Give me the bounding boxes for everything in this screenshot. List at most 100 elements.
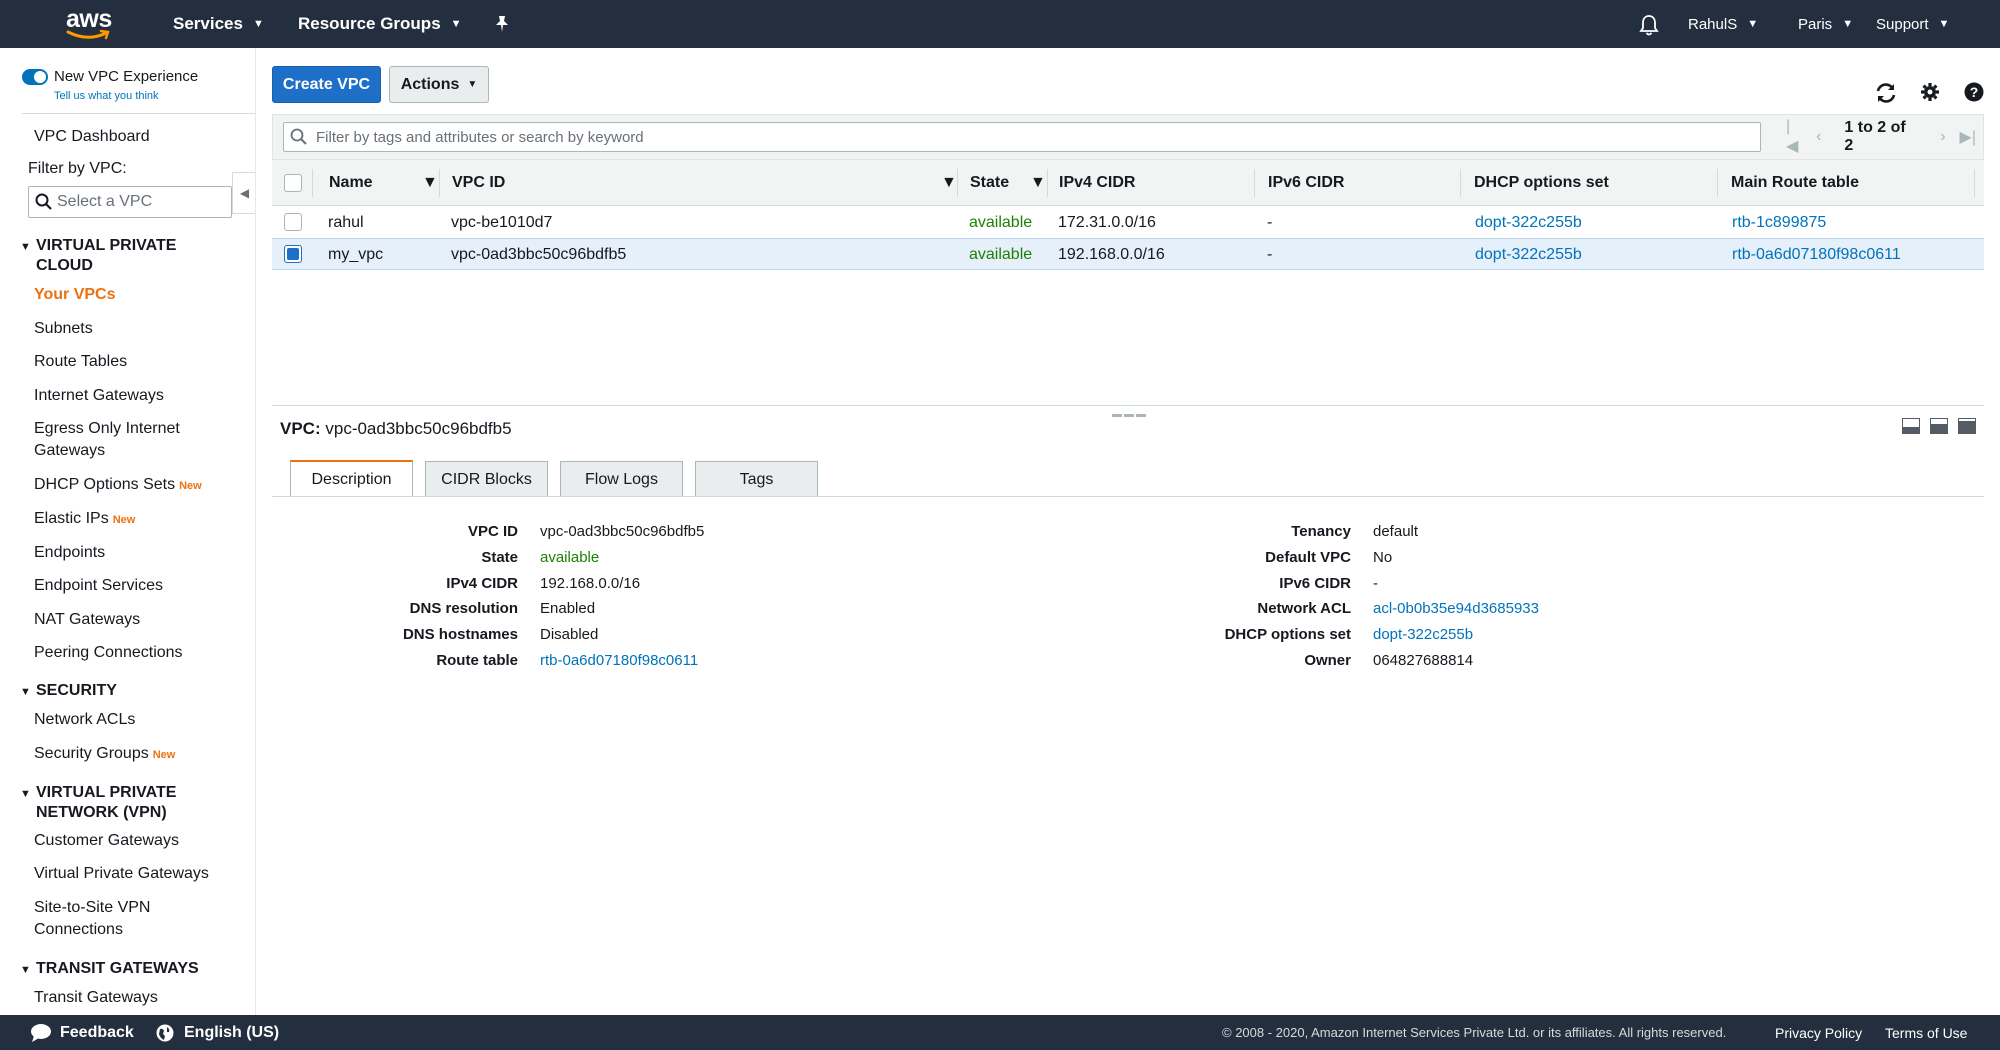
section-transit-gateways[interactable]: ▼ TRANSIT GATEWAYS: [20, 959, 199, 980]
panel-layout-controls: [1902, 418, 1976, 434]
caret-down-icon: ▼: [20, 788, 31, 800]
first-page-icon[interactable]: |◀: [1786, 118, 1802, 156]
sort-icon[interactable]: ▼: [422, 160, 438, 206]
user-menu[interactable]: RahulS ▼: [1688, 0, 1758, 48]
column-divider: [1717, 169, 1718, 197]
resize-grip-icon[interactable]: ▬▬▬: [1112, 409, 1148, 420]
sidebar-item-egress-only-internet-gateways[interactable]: Egress Only Internet Gateways: [34, 418, 180, 462]
sidebar-item-your-vpcs[interactable]: Your VPCs: [34, 284, 116, 306]
detail-key-network-acl: Network ACL: [1257, 600, 1351, 617]
detail-value-owner: 064827688814: [1373, 652, 1474, 669]
table-row-selected[interactable]: my_vpc vpc-0ad3bbc50c96bdfb5 available 1…: [272, 238, 1984, 270]
sidebar-item-virtual-private-gateways[interactable]: Virtual Private Gateways: [34, 863, 209, 885]
column-header-ipv4-cidr[interactable]: IPv4 CIDR: [1059, 160, 1135, 206]
layout-full-icon[interactable]: [1958, 418, 1976, 434]
sidebar-item-endpoints[interactable]: Endpoints: [34, 542, 105, 564]
row-checkbox[interactable]: [284, 245, 302, 263]
tab-cidr-blocks[interactable]: CIDR Blocks: [425, 461, 548, 497]
column-header-name[interactable]: Name: [329, 160, 373, 206]
detail-value-network-acl-link[interactable]: acl-0b0b35e94d3685933: [1373, 600, 1539, 617]
column-header-dhcp-options-set[interactable]: DHCP options set: [1474, 160, 1609, 206]
support-menu[interactable]: Support ▼: [1876, 0, 1949, 48]
collapse-sidebar-button[interactable]: ◀: [232, 172, 255, 214]
chevron-down-icon: ▼: [252, 18, 264, 30]
next-page-icon[interactable]: ›: [1940, 128, 1945, 146]
detail-value-dhcp-options-link[interactable]: dopt-322c255b: [1373, 626, 1473, 643]
detail-title-value: vpc-0ad3bbc50c96bdfb5: [325, 419, 512, 438]
sidebar-item-site-to-site-vpn-connections[interactable]: Site-to-Site VPN Connections: [34, 897, 150, 941]
sidebar-item-security-groups[interactable]: Security Groups New: [34, 743, 175, 766]
feedback-button[interactable]: Feedback: [30, 1015, 134, 1050]
region-menu[interactable]: Paris ▼: [1798, 0, 1853, 48]
detail-key-dns-hostnames: DNS hostnames: [402, 626, 518, 643]
row-checkbox[interactable]: [284, 213, 302, 231]
section-virtual-private-cloud[interactable]: ▼ VIRTUAL PRIVATE CLOUD: [20, 236, 176, 276]
panel-split-divider[interactable]: [272, 405, 1984, 406]
sidebar-item-label: Connections: [34, 921, 123, 938]
detail-key-ipv6-cidr: IPv6 CIDR: [1279, 575, 1351, 592]
gear-icon[interactable]: [1920, 82, 1940, 107]
column-header-state[interactable]: State: [970, 160, 1009, 206]
new-badge: New: [112, 514, 136, 526]
sidebar-item-subnets[interactable]: Subnets: [34, 318, 93, 340]
sidebar-item-nat-gateways[interactable]: NAT Gateways: [34, 609, 140, 631]
table-row[interactable]: rahul vpc-be1010d7 available 172.31.0.0/…: [272, 207, 1984, 239]
create-vpc-button[interactable]: Create VPC: [272, 66, 381, 103]
actions-button[interactable]: Actions ▼: [389, 66, 489, 103]
layout-bottom-half-icon[interactable]: [1930, 418, 1948, 434]
aws-logo[interactable]: aws: [66, 6, 114, 42]
filter-search-input[interactable]: Filter by tags and attributes or search …: [283, 122, 1761, 152]
vpc-filter-select[interactable]: Select a VPC: [28, 186, 232, 218]
caret-down-icon: ▼: [20, 686, 31, 698]
cell-route-table-link[interactable]: rtb-1c899875: [1732, 207, 1826, 238]
sidebar-item-peering-connections[interactable]: Peering Connections: [34, 642, 183, 664]
sidebar-item-route-tables[interactable]: Route Tables: [34, 351, 127, 373]
detail-value-dns-hostnames: Disabled: [540, 626, 599, 643]
sidebar-item-customer-gateways[interactable]: Customer Gateways: [34, 830, 179, 852]
help-icon[interactable]: ?: [1964, 82, 1984, 107]
section-security[interactable]: ▼ SECURITY: [20, 681, 117, 702]
section-title-line2: CLOUD: [36, 257, 93, 274]
select-all-checkbox[interactable]: [284, 174, 302, 192]
sidebar-item-network-acls[interactable]: Network ACLs: [34, 709, 135, 731]
column-header-label: State: [970, 174, 1010, 191]
privacy-policy-link[interactable]: Privacy Policy: [1775, 1015, 1862, 1050]
sidebar-item-elastic-ips[interactable]: Elastic IPs New: [34, 508, 135, 531]
sidebar-item-endpoint-services[interactable]: Endpoint Services: [34, 575, 163, 597]
resource-groups-menu[interactable]: Resource Groups ▼: [298, 0, 462, 48]
sidebar-item-transit-gateways[interactable]: Transit Gateways: [34, 987, 158, 1009]
sidebar-divider: [22, 113, 255, 114]
cell-route-table-link[interactable]: rtb-0a6d07180f98c0611: [1732, 239, 1901, 270]
pin-icon[interactable]: [494, 0, 510, 48]
column-divider: [1047, 169, 1048, 197]
last-page-icon[interactable]: ▶|: [1960, 127, 1976, 147]
globe-icon: [156, 1024, 174, 1041]
previous-page-icon[interactable]: ‹: [1816, 128, 1821, 146]
sort-desc-icon[interactable]: ▼: [941, 160, 957, 206]
language-selector[interactable]: English (US): [156, 1015, 279, 1050]
sidebar-item-vpc-dashboard[interactable]: VPC Dashboard: [34, 126, 150, 148]
sidebar-item-dhcp-options-sets[interactable]: DHCP Options Sets New: [34, 474, 202, 497]
sidebar-item-internet-gateways[interactable]: Internet Gateways: [34, 385, 164, 407]
table-header: Name ▼ VPC ID ▼ State ▼ IPv4 CIDR IPv6 C…: [272, 160, 1984, 206]
tell-us-link[interactable]: Tell us what you think: [54, 90, 159, 102]
bell-icon[interactable]: [1639, 14, 1659, 41]
column-header-vpc-id[interactable]: VPC ID: [452, 160, 505, 206]
top-navigation-bar: aws Services ▼ Resource Groups ▼ RahulS ▼ P…: [0, 0, 2000, 48]
refresh-icon[interactable]: [1874, 82, 1898, 109]
cell-dhcp-options-link[interactable]: dopt-322c255b: [1475, 207, 1582, 238]
detail-value-route-table-link[interactable]: rtb-0a6d07180f98c0611: [540, 652, 698, 669]
filter-search-placeholder: Filter by tags and attributes or search …: [316, 128, 644, 146]
new-vpc-experience-toggle[interactable]: [22, 68, 48, 85]
column-header-ipv6-cidr[interactable]: IPv6 CIDR: [1268, 160, 1344, 206]
cell-dhcp-options-link[interactable]: dopt-322c255b: [1475, 239, 1582, 270]
tab-flow-logs[interactable]: Flow Logs: [560, 461, 683, 497]
terms-of-use-link[interactable]: Terms of Use: [1885, 1015, 1967, 1050]
layout-bottom-small-icon[interactable]: [1902, 418, 1920, 434]
tab-tags[interactable]: Tags: [695, 461, 818, 497]
section-virtual-private-network[interactable]: ▼ VIRTUAL PRIVATE NETWORK (VPN): [20, 783, 176, 823]
services-menu[interactable]: Services ▼: [173, 0, 264, 48]
tab-description[interactable]: Description: [290, 460, 413, 497]
column-header-main-route-table[interactable]: Main Route table: [1731, 160, 1859, 206]
sort-icon[interactable]: ▼: [1030, 160, 1046, 206]
